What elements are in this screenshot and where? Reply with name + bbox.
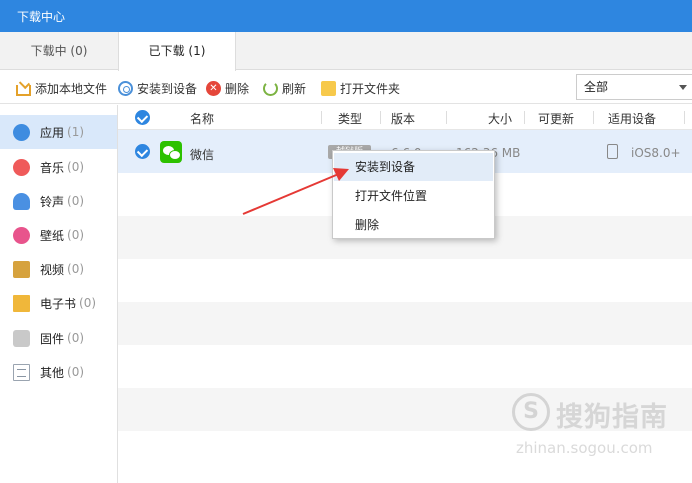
watermark: S 搜狗指南 zhinan.sogou.com (512, 393, 692, 463)
watermark-url: zhinan.sogou.com (516, 439, 653, 457)
arrow-line (242, 172, 342, 215)
watermark-text: 搜狗指南 (556, 402, 668, 433)
sogou-logo-icon: S (512, 393, 550, 431)
